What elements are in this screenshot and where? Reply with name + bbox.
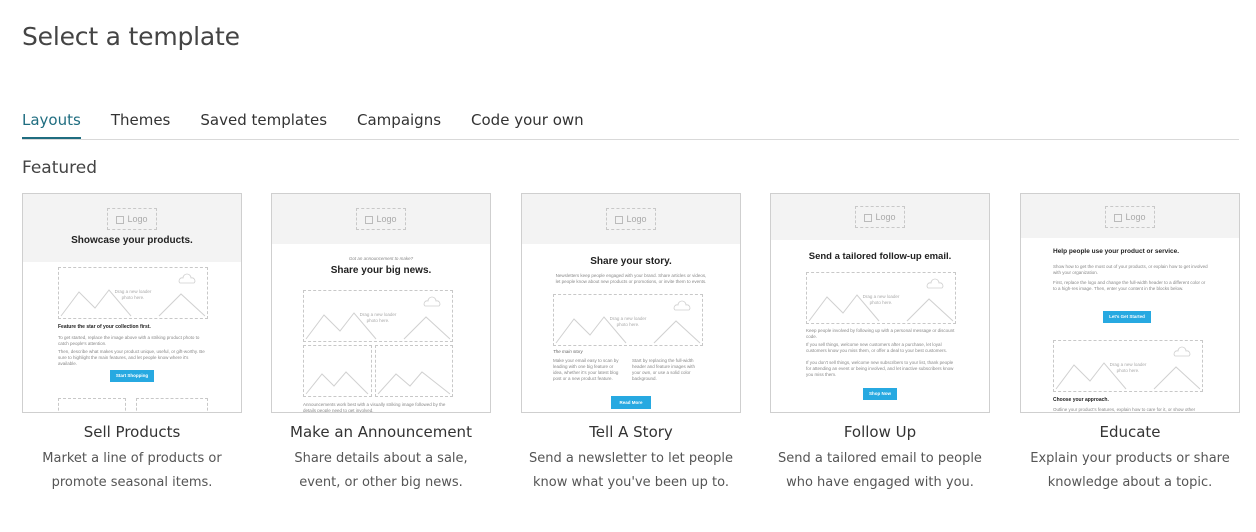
preview-text: Announcements work best with a visually … xyxy=(303,402,446,413)
preview-heading: Showcase your products. xyxy=(71,235,193,246)
image-placeholder xyxy=(136,398,208,412)
preview-button: Let's Get Started xyxy=(1103,311,1151,323)
logo-placeholder: Logo xyxy=(1105,206,1155,228)
preview-button: Start Shopping xyxy=(110,370,154,382)
preview-text: If you sell things, welcome new customer… xyxy=(806,342,947,353)
template-card-educate[interactable]: Logo Help people use your product or ser… xyxy=(1020,193,1240,495)
template-card-make-an-announcement[interactable]: Logo Got an announcement to make? Share … xyxy=(271,193,491,495)
card-description: Explain your products or share knowledge… xyxy=(1030,451,1230,490)
image-icon xyxy=(365,215,374,224)
logo-label: Logo xyxy=(626,214,647,224)
mountain-icon xyxy=(60,273,206,317)
preview-text: Newsletters keep people engaged with you… xyxy=(555,273,707,284)
image-placeholder: Drag a new loader photo here. xyxy=(303,290,453,342)
preview-header: Logo xyxy=(522,194,740,244)
template-preview[interactable]: Logo Got an announcement to make? Share … xyxy=(271,193,491,413)
image-icon xyxy=(116,215,125,224)
mountain-icon xyxy=(808,278,954,322)
mountain-icon xyxy=(377,371,451,395)
template-card-tell-a-story[interactable]: Logo Share your story. Newsletters keep … xyxy=(521,193,741,495)
card-title: Educate xyxy=(1099,423,1161,441)
image-placeholder xyxy=(375,345,453,397)
page-title: Select a template xyxy=(22,22,240,51)
image-placeholder: Drag a new loader photo here. xyxy=(553,294,703,346)
logo-placeholder: Logo xyxy=(606,208,656,230)
preview-button: Read More xyxy=(611,396,651,409)
preview-header: Logo xyxy=(1021,194,1239,238)
tab-saved-templates[interactable]: Saved templates xyxy=(200,111,327,139)
preview-story-label: The main story xyxy=(553,349,583,354)
preview-text: If you don't sell things, welcome new su… xyxy=(806,360,954,377)
card-description: Send a newsletter to let people know wha… xyxy=(529,451,733,490)
preview-header: Logo xyxy=(272,194,490,244)
mountain-icon xyxy=(555,300,701,344)
image-placeholder: Drag a new loader photo here. xyxy=(1053,340,1203,392)
image-icon xyxy=(864,213,873,222)
preview-text: Outline your product's features, explain… xyxy=(1053,407,1196,412)
preview-heading: Send a tailored follow-up email. xyxy=(808,251,952,262)
mountain-icon xyxy=(1055,346,1201,390)
template-card-sell-products[interactable]: Logo Showcase your products. Drag a new … xyxy=(22,193,242,495)
tab-campaigns[interactable]: Campaigns xyxy=(357,111,441,139)
logo-placeholder: Logo xyxy=(107,208,157,230)
template-preview[interactable]: Logo Showcase your products. Drag a new … xyxy=(22,193,242,413)
card-title: Follow Up xyxy=(843,423,917,441)
template-preview[interactable]: Logo Help people use your product or ser… xyxy=(1020,193,1240,413)
preview-subheading: Choose your approach. xyxy=(1053,397,1109,403)
tab-code-your-own[interactable]: Code your own xyxy=(471,111,584,139)
preview-text: Make your email easy to scan by leading … xyxy=(553,358,619,381)
preview-text: Show how to get the most out of your pro… xyxy=(1053,264,1208,275)
card-title: Sell Products xyxy=(83,423,181,441)
image-icon xyxy=(615,215,624,224)
tab-layouts[interactable]: Layouts xyxy=(22,111,81,139)
card-description: Send a tailored email to people who have… xyxy=(778,451,982,490)
preview-text: Keep people involved by following up wit… xyxy=(806,328,955,339)
tab-themes[interactable]: Themes xyxy=(111,111,171,139)
preview-header: Logo Showcase your products. xyxy=(23,194,241,262)
preview-heading: Help people use your product or service. xyxy=(1053,248,1180,255)
image-placeholder xyxy=(58,398,126,412)
card-description: Market a line of products or promote sea… xyxy=(42,451,222,490)
template-card-follow-up[interactable]: Logo Send a tailored follow-up email. Dr… xyxy=(770,193,990,495)
image-placeholder: Drag a new loader photo here. xyxy=(806,272,956,324)
logo-label: Logo xyxy=(1125,212,1146,222)
preview-text: Start by replacing the full-width header… xyxy=(632,358,696,381)
card-title: Make an Announcement xyxy=(290,423,472,441)
preview-heading: Share your story. xyxy=(590,256,672,267)
card-description: Share details about a sale, event, or ot… xyxy=(294,451,468,490)
mountain-icon xyxy=(305,296,451,340)
logo-label: Logo xyxy=(127,214,148,224)
template-preview[interactable]: Logo Share your story. Newsletters keep … xyxy=(521,193,741,413)
preview-header: Logo xyxy=(771,194,989,240)
section-title-featured: Featured xyxy=(22,158,98,178)
preview-kicker: Got an announcement to make? xyxy=(348,256,414,261)
image-icon xyxy=(1114,213,1123,222)
logo-placeholder: Logo xyxy=(356,208,406,230)
image-placeholder: Drag a new loader photo here. xyxy=(58,267,208,319)
logo-label: Logo xyxy=(875,212,896,222)
preview-text: To get started, replace the image above … xyxy=(58,335,200,346)
template-tabs: Layouts Themes Saved templates Campaigns… xyxy=(22,111,1239,140)
preview-text: First, replace the logo and change the f… xyxy=(1053,280,1206,291)
image-placeholder xyxy=(303,345,372,397)
preview-text: Then, describe what makes your product u… xyxy=(58,349,205,366)
card-title: Tell A Story xyxy=(589,423,673,441)
preview-button: Shop Now xyxy=(863,388,897,400)
preview-subheading: Feature the star of your collection firs… xyxy=(58,324,151,330)
logo-placeholder: Logo xyxy=(855,206,905,228)
logo-label: Logo xyxy=(376,214,397,224)
template-preview[interactable]: Logo Send a tailored follow-up email. Dr… xyxy=(770,193,990,413)
mountain-icon xyxy=(305,371,369,395)
preview-heading: Share your big news. xyxy=(330,265,432,276)
